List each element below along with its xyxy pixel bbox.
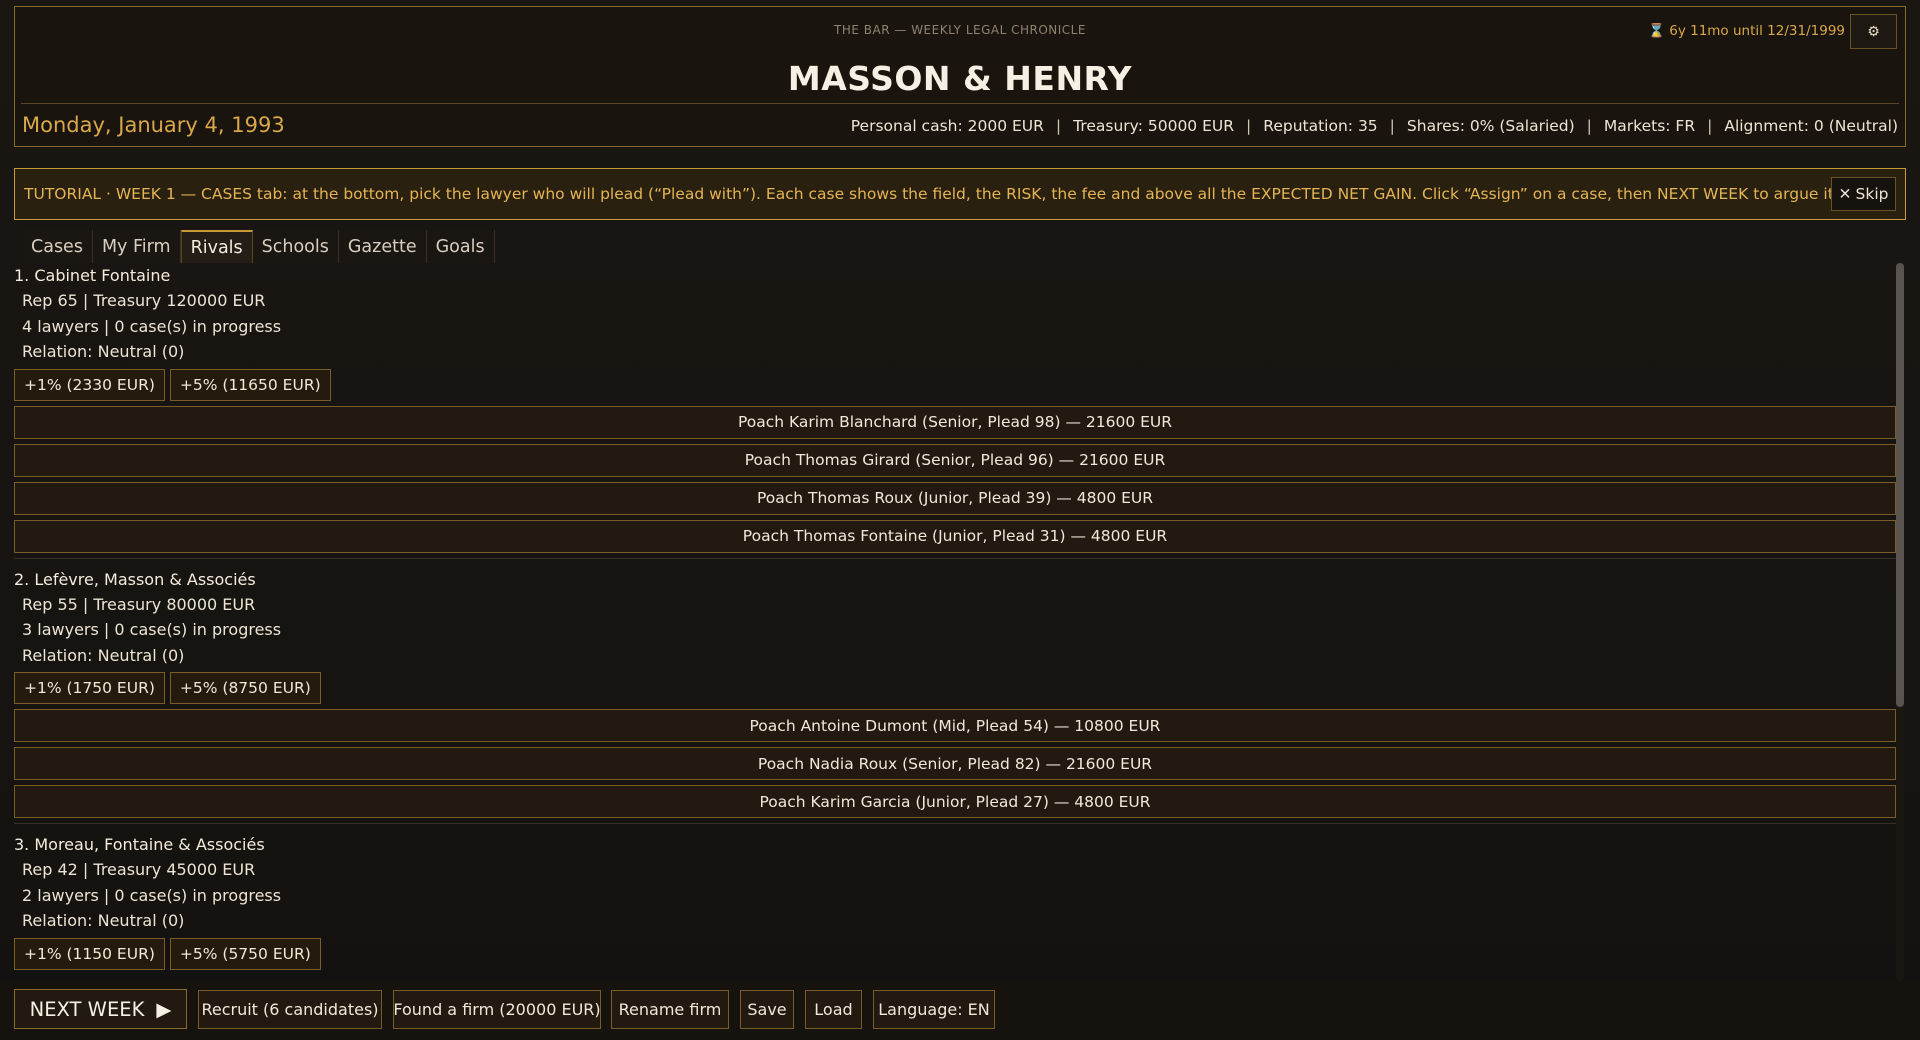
poach-list: Poach Karim Blanchard (Senior, Plead 98)… xyxy=(0,405,1906,553)
next-week-label: NEXT WEEK xyxy=(29,997,145,1021)
share-buttons: +1% (2330 EUR) +5% (11650 EUR) xyxy=(0,368,1906,401)
tab-cases[interactable]: Cases xyxy=(22,230,93,263)
rival-card: 3. Moreau, Fontaine & Associés Rep 42 | … xyxy=(0,832,1906,970)
tab-rivals[interactable]: Rivals xyxy=(180,230,253,263)
poach-button[interactable]: Poach Antoine Dumont (Mid, Plead 54) — 1… xyxy=(14,709,1896,742)
stat-shares: Shares: 0% (Salaried) xyxy=(1406,117,1575,135)
rival-rep-treasury: Rep 55 | Treasury 80000 EUR xyxy=(22,594,256,614)
rival-relation: Relation: Neutral (0) xyxy=(22,911,185,930)
firm-stats: Personal cash: 2000 EUR | Treasury: 50000 … xyxy=(851,117,1898,135)
countdown-text: 6y 11mo until 12/31/1999 xyxy=(1669,23,1845,39)
poach-button[interactable]: Poach Thomas Fontaine (Junior, Plead 31)… xyxy=(14,519,1896,553)
load-button[interactable]: Load xyxy=(805,990,862,1029)
rival-relation: Relation: Neutral (0) xyxy=(22,342,185,361)
rival-divider xyxy=(14,823,1896,824)
buy-share-5pct-button[interactable]: +5% (5750 EUR) xyxy=(169,937,321,970)
stat-separator: | xyxy=(1707,117,1713,135)
gear-icon: ⚙ xyxy=(1867,23,1880,40)
tab-goals[interactable]: Goals xyxy=(426,230,495,263)
rival-rep-treasury: Rep 42 | Treasury 45000 EUR xyxy=(22,860,256,879)
app-window: THE BAR — WEEKLY LEGAL CHRONICLE ⌛ 6y 11… xyxy=(0,0,1920,1040)
poach-list: Poach Antoine Dumont (Mid, Plead 54) — 1… xyxy=(0,709,1906,818)
tab-my-firm[interactable]: My Firm xyxy=(92,230,181,263)
save-button[interactable]: Save xyxy=(740,990,794,1029)
hourglass-icon: ⌛ xyxy=(1648,23,1665,39)
buy-share-5pct-button[interactable]: +5% (8750 EUR) xyxy=(169,672,321,704)
buy-share-5pct-button[interactable]: +5% (11650 EUR) xyxy=(169,368,331,401)
rival-lawyers: 4 lawyers | 0 case(s) in progress xyxy=(22,316,282,336)
header-panel: THE BAR — WEEKLY LEGAL CHRONICLE ⌛ 6y 11… xyxy=(14,6,1906,147)
poach-button[interactable]: Poach Thomas Roux (Junior, Plead 39) — 4… xyxy=(14,481,1896,515)
chronicle-kicker: THE BAR — WEEKLY LEGAL CHRONICLE xyxy=(834,23,1086,37)
tab-bar: Cases My Firm Rivals Schools Gazette Goa… xyxy=(22,230,495,263)
rival-name: 1. Cabinet Fontaine xyxy=(14,266,171,285)
stat-separator: | xyxy=(1055,117,1062,135)
rival-lawyers: 2 lawyers | 0 case(s) in progress xyxy=(22,885,282,905)
poach-button[interactable]: Poach Karim Blanchard (Senior, Plead 98)… xyxy=(14,405,1896,439)
rival-card: 1. Cabinet Fontaine Rep 65 | Treasury 12… xyxy=(0,263,1906,559)
rename-firm-button[interactable]: Rename firm xyxy=(611,990,729,1029)
bottom-toolbar: NEXT WEEK ▶ Recruit (6 candidates) Found… xyxy=(0,981,1920,1040)
poach-button[interactable]: Poach Thomas Girard (Senior, Plead 96) —… xyxy=(14,443,1896,477)
rival-name: 3. Moreau, Fontaine & Associés xyxy=(14,835,265,854)
stat-markets: Markets: FR xyxy=(1603,117,1696,135)
countdown: ⌛ 6y 11mo until 12/31/1999 xyxy=(1648,23,1845,39)
rival-card: 2. Lefèvre, Masson & Associés Rep 55 | T… xyxy=(0,567,1906,824)
skip-tutorial-button[interactable]: ✕ Skip xyxy=(1831,177,1896,211)
language-button[interactable]: Language: EN xyxy=(873,990,995,1029)
stat-personal-cash: Personal cash: 2000 EUR xyxy=(850,117,1044,135)
share-buttons: +1% (1150 EUR) +5% (5750 EUR) xyxy=(0,937,1906,970)
skip-label: Skip xyxy=(1855,185,1889,203)
rival-lawyers: 3 lawyers | 0 case(s) in progress xyxy=(22,620,282,639)
header-divider xyxy=(21,103,1899,104)
buy-share-1pct-button[interactable]: +1% (1750 EUR) xyxy=(14,672,165,704)
rival-divider xyxy=(14,557,1896,559)
stat-separator: | xyxy=(1389,117,1395,135)
tutorial-banner: TUTORIAL · WEEK 1 — CASES tab: at the bo… xyxy=(14,168,1906,220)
found-firm-button[interactable]: Found a firm (20000 EUR) xyxy=(393,990,601,1029)
tab-gazette[interactable]: Gazette xyxy=(338,230,427,263)
rival-name: 2. Lefèvre, Masson & Associés xyxy=(14,569,256,589)
share-buttons: +1% (1750 EUR) +5% (8750 EUR) xyxy=(0,672,1906,704)
stat-reputation: Reputation: 35 xyxy=(1263,117,1378,135)
rivals-list[interactable]: 1. Cabinet Fontaine Rep 65 | Treasury 12… xyxy=(0,263,1906,981)
poach-button[interactable]: Poach Nadia Roux (Senior, Plead 82) — 21… xyxy=(14,747,1896,780)
settings-button[interactable]: ⚙ xyxy=(1850,14,1897,49)
play-icon: ▶ xyxy=(156,997,172,1021)
poach-button[interactable]: Poach Karim Garcia (Junior, Plead 27) — … xyxy=(14,785,1896,818)
current-date: Monday, January 4, 1993 xyxy=(22,113,285,137)
stat-separator: | xyxy=(1586,117,1592,135)
rivals-scrollbar[interactable] xyxy=(1896,263,1904,981)
scrollbar-thumb[interactable] xyxy=(1896,263,1904,707)
rival-rep-treasury: Rep 65 | Treasury 120000 EUR xyxy=(22,291,266,310)
firm-name: MASSON & HENRY xyxy=(787,59,1133,98)
recruit-button[interactable]: Recruit (6 candidates) xyxy=(198,990,382,1029)
next-week-button[interactable]: NEXT WEEK ▶ xyxy=(14,989,187,1029)
close-icon: ✕ xyxy=(1838,185,1852,203)
tutorial-text: TUTORIAL · WEEK 1 — CASES tab: at the bo… xyxy=(24,185,1839,203)
buy-share-1pct-button[interactable]: +1% (1150 EUR) xyxy=(14,937,165,970)
buy-share-1pct-button[interactable]: +1% (2330 EUR) xyxy=(14,368,165,401)
stat-separator: | xyxy=(1246,117,1252,135)
stat-alignment: Alignment: 0 (Neutral) xyxy=(1724,117,1898,135)
stat-treasury: Treasury: 50000 EUR xyxy=(1073,117,1235,135)
rival-relation: Relation: Neutral (0) xyxy=(22,645,185,665)
tab-schools[interactable]: Schools xyxy=(252,230,339,263)
